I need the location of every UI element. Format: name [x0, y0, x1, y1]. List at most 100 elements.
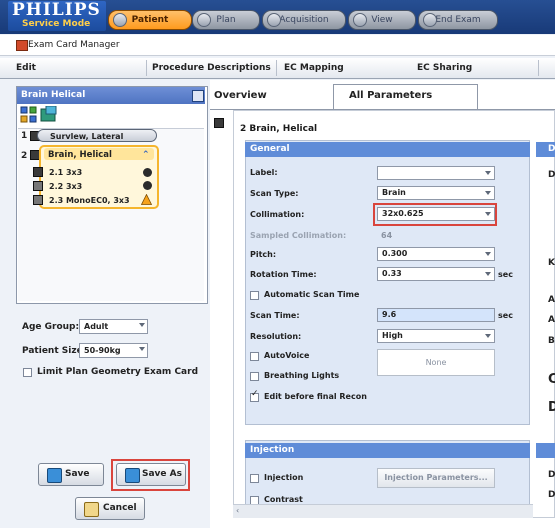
brand-name: PHILIPS — [12, 0, 101, 20]
breathing-lights-label: Breathing Lights — [264, 371, 340, 380]
contrast-label: Contrast — [264, 495, 303, 504]
age-group-value: Adult — [84, 322, 109, 331]
scroll-left-icon[interactable]: ‹ — [236, 506, 239, 515]
save-label: Save — [65, 469, 90, 479]
sampled-collimation-label: Sampled Collimation: — [250, 231, 347, 240]
save-button[interactable]: Save — [38, 463, 104, 486]
rotation-time-value: 0.33 — [382, 269, 402, 278]
step-number: 1 — [21, 131, 28, 141]
exam-card-app-icon — [16, 40, 28, 51]
chevron-down-icon — [485, 252, 491, 256]
right-group-header — [536, 443, 555, 458]
age-group-select[interactable]: Adult — [79, 319, 148, 334]
right-item: D — [548, 400, 555, 415]
collimation-select[interactable]: 32x0.625 — [377, 207, 495, 221]
step-surview-lateral[interactable]: Survlew, Lateral — [37, 129, 157, 142]
age-group-label: Age Group: — [22, 322, 80, 332]
tab-all-parameters[interactable]: All Parameters — [349, 84, 432, 108]
tab-knob-icon — [353, 13, 367, 27]
right-item: D — [548, 470, 555, 480]
save-as-icon — [125, 468, 140, 483]
tab-end-exam[interactable]: End Exam — [418, 10, 498, 30]
recon-status-icon — [143, 168, 152, 177]
automatic-scan-time-checkbox[interactable] — [250, 291, 259, 300]
tab-knob-icon — [113, 13, 127, 27]
scan-time-value: 9.6 — [382, 310, 397, 319]
injection-label: Injection — [264, 473, 304, 482]
tab-label: Acquisition — [279, 15, 329, 25]
menu-divider — [276, 60, 277, 76]
horizontal-scrollbar[interactable] — [233, 504, 533, 518]
tab-label: Patient — [131, 15, 169, 25]
menu-ec-mapping[interactable]: EC Mapping — [284, 63, 344, 73]
pitch-select[interactable]: 0.300 — [377, 247, 495, 261]
menu-ec-sharing[interactable]: EC Sharing — [417, 63, 472, 73]
scan-time-input[interactable]: 9.6 — [377, 308, 495, 322]
recon-2-2[interactable]: 2.2 3x3 — [49, 182, 82, 191]
series-title: 2 Brain, Helical — [240, 124, 318, 134]
right-item: A — [548, 315, 555, 325]
scan-time-label: Scan Time: — [250, 311, 300, 320]
scan-type-label: Scan Type: — [250, 189, 299, 198]
cancel-label: Cancel — [103, 503, 137, 513]
step-number: 2 — [21, 151, 28, 161]
resolution-value: High — [382, 331, 403, 340]
tab-acquisition[interactable]: Acquisition — [262, 10, 346, 30]
cancel-button[interactable]: Cancel — [75, 497, 145, 520]
service-mode-label: Service Mode — [22, 19, 91, 29]
tab-label: End Exam — [435, 15, 481, 25]
panel-menu-icon[interactable] — [192, 90, 204, 102]
tab-overview[interactable]: Overview — [214, 84, 267, 108]
chevron-down-icon — [139, 323, 145, 327]
recon-2-1[interactable]: 2.1 3x3 — [49, 168, 82, 177]
menu-procedure-descriptions[interactable]: Procedure Descriptions — [152, 63, 271, 73]
recon-2-3[interactable]: 2.3 MonoEC0, 3x3 — [49, 196, 130, 205]
rotation-time-unit: sec — [498, 270, 513, 279]
auto-voice-checkbox[interactable] — [250, 352, 259, 361]
menu-edit[interactable]: Edit — [16, 63, 36, 73]
chevron-down-icon — [485, 334, 491, 338]
tab-patient[interactable]: Patient — [108, 10, 192, 30]
cancel-icon — [84, 502, 99, 517]
window-title: Exam Card Manager — [28, 40, 120, 50]
collimation-label: Collimation: — [250, 210, 305, 219]
breathing-lights-checkbox[interactable] — [250, 372, 259, 381]
auto-voice-none-button[interactable]: None — [377, 349, 495, 376]
collapse-chevron-icon[interactable]: ⌃ — [142, 150, 150, 160]
right-item: K — [548, 258, 555, 268]
tab-plan[interactable]: Plan — [192, 10, 260, 30]
sampled-collimation-value: 64 — [381, 231, 393, 240]
right-item: B — [548, 336, 555, 346]
chevron-down-icon — [485, 171, 491, 175]
tree-view-icon[interactable] — [20, 106, 37, 123]
rotation-time-select[interactable]: 0.33 — [377, 267, 495, 281]
menu-divider — [538, 60, 539, 76]
recon-status-icon — [143, 181, 152, 190]
general-group — [245, 140, 530, 425]
general-header-label: General — [250, 144, 290, 154]
scan-type-select[interactable]: Brain — [377, 186, 495, 200]
patient-size-select[interactable]: 50-90kg — [79, 343, 148, 358]
step-brain-helical[interactable]: Brain, Helical — [48, 150, 112, 160]
injection-parameters-button[interactable]: Injection Parameters... — [377, 468, 495, 488]
save-as-label: Save As — [142, 469, 182, 479]
resolution-select[interactable]: High — [377, 329, 495, 343]
pitch-label: Pitch: — [250, 250, 277, 259]
auto-voice-label: AutoVoice — [264, 351, 310, 360]
save-as-button[interactable]: Save As — [116, 463, 186, 486]
right-item: C — [548, 372, 555, 387]
patient-size-label: Patient Size: — [22, 346, 87, 356]
add-step-icon[interactable] — [40, 106, 57, 123]
tab-view[interactable]: View — [348, 10, 416, 30]
right-group-letter: D — [548, 144, 555, 154]
tab-knob-icon — [197, 13, 211, 27]
rotation-time-label: Rotation Time: — [250, 270, 317, 279]
automatic-scan-time-label: Automatic Scan Time — [264, 290, 360, 299]
pitch-value: 0.300 — [382, 249, 408, 258]
label-field[interactable] — [377, 166, 495, 180]
patient-size-value: 50-90kg — [84, 346, 121, 355]
chevron-down-icon — [485, 191, 491, 195]
chevron-down-icon — [139, 347, 145, 351]
limit-plan-checkbox[interactable] — [23, 368, 32, 377]
injection-checkbox[interactable] — [250, 474, 259, 483]
